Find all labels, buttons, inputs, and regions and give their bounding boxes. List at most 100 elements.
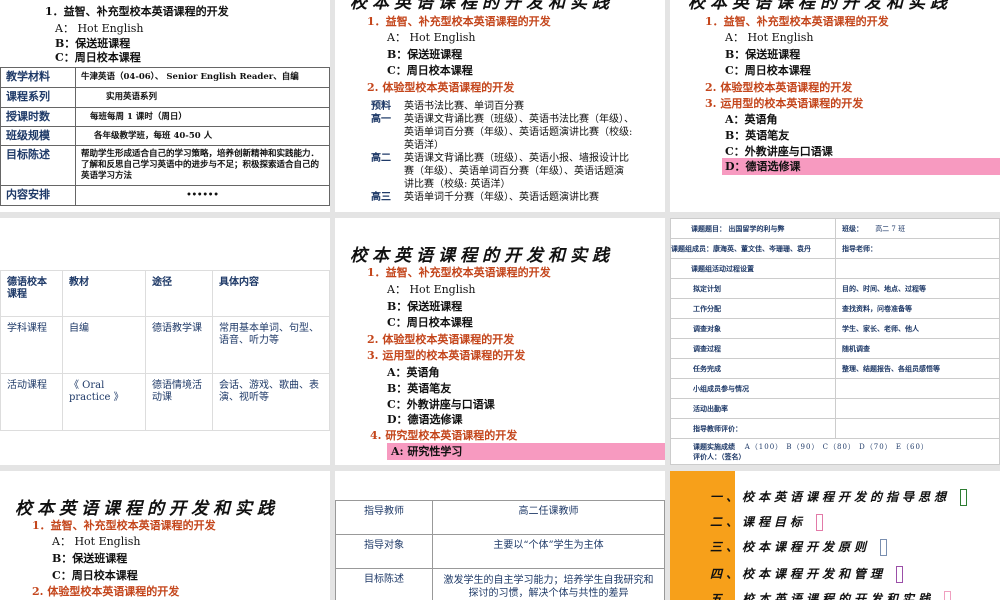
item4-a: A: 研究性学习 bbox=[391, 445, 463, 458]
grade-label: 预料 bbox=[371, 101, 391, 112]
row-label: 目标陈述 bbox=[0, 145, 76, 186]
row-value: 各年级教学班，每班 40-50 人 bbox=[75, 126, 330, 146]
grade-line: 赛（年级）、英语单词百分赛（年级）、英语话题演 bbox=[404, 166, 624, 177]
item3-b: B：英语笔友 bbox=[387, 382, 452, 395]
item3-d: D：德语选修课 bbox=[387, 413, 463, 426]
item3-heading: 3. 运用型的校本英语课程的开发 bbox=[367, 349, 526, 362]
header-cell: 德语校本课程 bbox=[0, 270, 63, 317]
outline-box-icon bbox=[896, 566, 904, 583]
row-label: 活动出勤率 bbox=[670, 398, 836, 419]
row-value: 学生、家长、老师、他人 bbox=[835, 318, 1000, 339]
grade-line: 英语课文背诵比赛（班级）、英语书法比赛（年级）、 bbox=[404, 114, 634, 125]
row-label: 班级规模 bbox=[0, 126, 76, 146]
header-cell: 具体内容 bbox=[212, 270, 330, 317]
toc-item-text: 二、课程目标 bbox=[710, 515, 807, 529]
item1-heading: 1．益智、补充型校本英语课程的开发 bbox=[367, 266, 551, 279]
toc-item-text: 四、校本课程开发和管理 bbox=[710, 567, 887, 581]
slide-title: 校本英语课程的开发和实践 bbox=[350, 0, 614, 13]
grade-label: 高一 bbox=[371, 114, 391, 125]
item1-heading: 1．益智、补充型校本英语课程的开发 bbox=[705, 15, 889, 28]
item1-a: A： Hot English bbox=[725, 31, 814, 44]
german-course-table: 德语校本课程 教材 途径 具体内容 学科课程 自编 德语教学课 常用基本单词、句… bbox=[0, 270, 330, 431]
row-label: 调查对象 bbox=[670, 318, 836, 339]
item1-c: C：周日校本课程 bbox=[387, 64, 473, 77]
row-value: 主要以“个体”学生为主体 bbox=[432, 534, 665, 569]
grade-line: 英语课文背诵比赛（班级）、英语小报、墙报设计比 bbox=[404, 153, 629, 164]
members-cell: 课题组成员：康海英、董文佳、岑珊珊、袁丹 bbox=[670, 238, 836, 259]
row-value bbox=[835, 258, 1000, 279]
item1-c: C：周日校本课程 bbox=[725, 64, 811, 77]
grade-label: 课题实施成绩 bbox=[693, 442, 735, 451]
grade-activity-list: 预料 英语书法比赛、单词百分赛 高一 英语课文背诵比赛（班级）、英语书法比赛（年级）… bbox=[371, 100, 634, 204]
class-label: 班级： bbox=[842, 223, 863, 233]
row-label: 课程系列 bbox=[0, 87, 76, 108]
item2-heading: 2. 体验型校本英语课程的开发 bbox=[32, 585, 180, 598]
item1-c: C：周日校本课程 bbox=[55, 51, 141, 64]
item3-c: C：外教讲座与口语课 bbox=[387, 398, 495, 411]
row-label: 目标陈述 bbox=[335, 568, 433, 600]
table-cell: 德语情境活动课 bbox=[145, 373, 213, 431]
table-cell: 活动课程 bbox=[0, 373, 63, 431]
row-label: 指导教师 bbox=[335, 500, 433, 535]
slide-thumbnail-7[interactable]: 校本英语课程的开发和实践 1．益智、补充型校本英语课程的开发 A： Hot En… bbox=[0, 471, 330, 600]
row-label: 小组成员参与情况 bbox=[670, 378, 836, 399]
row-value bbox=[835, 378, 1000, 399]
item3-a: A：英语角 bbox=[725, 113, 778, 126]
grade-label: 高三 bbox=[371, 192, 391, 203]
row-value: 随机调查 bbox=[835, 338, 1000, 359]
row-label: 课题组活动过程设置 bbox=[670, 258, 836, 279]
table-cell: 会话、游戏、歌曲、表演、视听等 bbox=[212, 373, 330, 431]
slide-title: 校本英语课程的开发和实践 bbox=[350, 246, 614, 266]
outline-box-icon bbox=[880, 539, 888, 556]
row-label: 教学材料 bbox=[0, 67, 76, 88]
slide-thumbnail-4[interactable]: 德语校本课程 教材 途径 具体内容 学科课程 自编 德语教学课 常用基本单词、句… bbox=[0, 218, 330, 465]
item3-c: C：外教讲座与口语课 bbox=[725, 145, 833, 158]
item1-b: B：保送班课程 bbox=[387, 300, 463, 313]
row-value: •••••• bbox=[75, 185, 330, 206]
outline-box-icon bbox=[816, 514, 824, 531]
grade-line: 讲比赛（校级: 英语洋） bbox=[404, 179, 511, 190]
row-value: 目的、时间、地点、过程等 bbox=[835, 278, 1000, 299]
row-label: 指导教师评价： bbox=[670, 418, 836, 439]
grade-label: 高二 bbox=[371, 153, 391, 164]
teacher-cell: 指导老师： bbox=[835, 238, 1000, 259]
row-value: 牛津英语（04-06）、 Senior English Reader、自编 bbox=[75, 67, 330, 88]
grade-line: 英语洋） bbox=[404, 140, 444, 151]
class-cell: 班级： 高二 7 班 bbox=[835, 218, 1000, 239]
item1-b: B：保送班课程 bbox=[55, 37, 131, 50]
item1-a: A： Hot English bbox=[55, 22, 144, 35]
item3-b: B：英语笔友 bbox=[725, 129, 790, 142]
row-value: 整理、结题报告、各组员感悟等 bbox=[835, 358, 1000, 379]
toc-item-text: 三、校本课程开发原则 bbox=[710, 540, 871, 554]
slide-title: 校本英语课程的开发和实践 bbox=[688, 0, 952, 13]
row-label: 指导对象 bbox=[335, 534, 433, 569]
row-value: 实用英语系列 bbox=[75, 87, 330, 108]
row-value: 帮助学生形成适合自己的学习策略，培养创新精神和实践能力．了解和反思自己学习英语中… bbox=[75, 145, 330, 186]
slide-thumbnail-8[interactable]: 指导教师 高二任课教师 指导对象 主要以“个体”学生为主体 目标陈述 激发学生的自主学… bbox=[335, 471, 665, 600]
item1-c: C：周日校本课程 bbox=[387, 316, 473, 329]
header-cell: 途径 bbox=[145, 270, 213, 317]
row-label: 任务完成 bbox=[670, 358, 836, 379]
toc-item-text: 五、校本英语课程的开发和实践 bbox=[710, 592, 935, 600]
toc-item: 三、校本课程开发原则 bbox=[710, 538, 888, 556]
row-value: 激发学生的自主学习能力；培养学生自我研究和探讨的习惯，解决个体与共性的差异 bbox=[432, 568, 665, 600]
item1-b: B：保送班课程 bbox=[725, 48, 801, 61]
slide-thumbnail-3[interactable]: 校本英语课程的开发和实践 1．益智、补充型校本英语课程的开发 A： Hot En… bbox=[670, 0, 1000, 212]
slide-thumbnail-9[interactable]: 一、校本英语课程开发的指导思想 二、课程目标 三、校本课程开发原则 四、校本课程… bbox=[670, 471, 1000, 600]
item1-c: C：周日校本课程 bbox=[52, 569, 138, 582]
item2-heading: 2. 体验型校本英语课程的开发 bbox=[705, 81, 853, 94]
item4-heading: 4. 研究型校本英语课程的开发 bbox=[370, 429, 518, 442]
grade-line: 英语书法比赛、单词百分赛 bbox=[404, 101, 524, 112]
slide-thumbnail-1[interactable]: 1．益智、补充型校本英语课程的开发 A： Hot English B：保送班课程… bbox=[0, 0, 330, 212]
toc-item: 四、校本课程开发和管理 bbox=[710, 565, 904, 583]
grade-line: 英语单词千分赛（年级）、英语话题演讲比赛 bbox=[404, 192, 599, 203]
item1-a: A： Hot English bbox=[52, 535, 141, 548]
row-label: 工作分配 bbox=[670, 298, 836, 319]
grade-line: 英语单词百分赛（年级）、英语话题演讲比赛（校级: bbox=[404, 127, 633, 138]
toc-item: 一、校本英语课程开发的指导思想 bbox=[710, 488, 968, 506]
slide-thumbnail-6[interactable]: 课题题目： 出国留学的利与弊 班级： 高二 7 班 课题组成员：康海英、董文佳、岑… bbox=[670, 218, 1000, 465]
item3-heading: 3. 运用型的校本英语课程的开发 bbox=[705, 97, 864, 110]
slide-thumbnail-5[interactable]: 校本英语课程的开发和实践 1．益智、补充型校本英语课程的开发 A： Hot En… bbox=[335, 218, 665, 465]
item1-a: A： Hot English bbox=[387, 31, 476, 44]
slide-thumbnail-2[interactable]: 校本英语课程的开发和实践 1．益智、补充型校本英语课程的开发 A： Hot En… bbox=[335, 0, 665, 212]
